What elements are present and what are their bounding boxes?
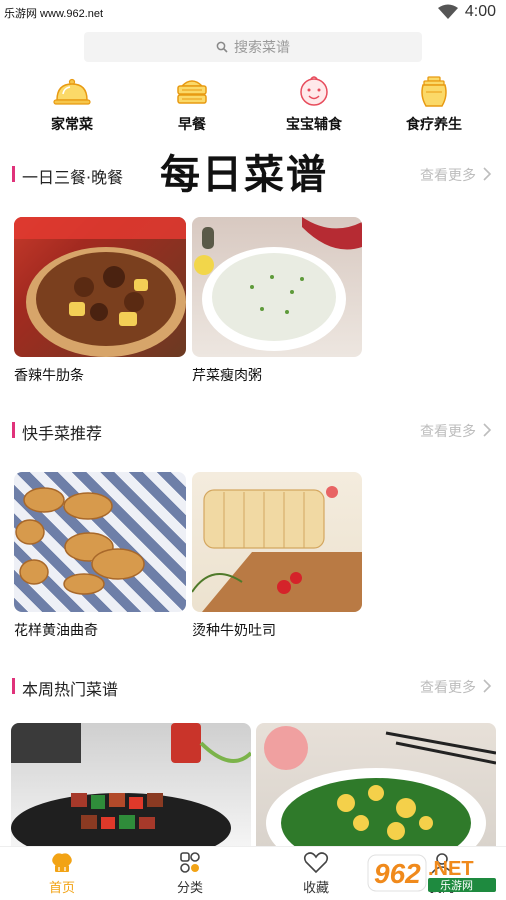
grid-icon [180,852,200,873]
recipe-image [256,723,496,847]
cookies-image [15,487,145,595]
recipe-card[interactable]: 花样黄油曲奇 [14,472,186,640]
svg-text:.NET: .NET [428,858,474,880]
svg-text:962: 962 [374,858,421,889]
chevron-right-icon[interactable] [482,423,492,437]
recipe-name: 香辣牛肋条 [14,368,84,384]
category-home-cooking[interactable]: 家常菜 [22,72,122,134]
category-row: 家常菜 早餐 宝宝辅食 食疗养生 [0,72,506,138]
chef-hat-icon [52,853,72,872]
recipe-name: 花样黄油曲奇 [14,623,98,639]
search-input[interactable]: 搜索菜谱 [84,32,422,62]
recipe-image [14,217,186,357]
heart-icon [303,852,329,874]
steamer-icon [177,80,207,104]
section-title: 一日三餐·晚餐 [22,168,124,187]
tab-home[interactable]: 首页 [22,851,102,896]
category-label: 食疗养生 [406,117,462,133]
porridge-image [194,217,362,351]
view-more-link[interactable]: 查看更多 [420,677,476,697]
skewers-image [11,723,251,847]
recipe-image [14,472,186,612]
toast-bread-image [192,486,362,612]
view-more-link[interactable]: 查看更多 [420,421,476,441]
status-bar: 乐游网 www.962.net 4:00 [0,0,506,24]
recipe-card[interactable]: 香辣牛肋条 [14,217,186,385]
category-diet-therapy[interactable]: 食疗养生 [384,72,484,134]
pot-icon [421,76,447,107]
tab-label: 收藏 [302,881,329,896]
watermark-logo: 962 .NET 乐游网 [367,854,496,892]
overlay-title: 每日菜谱 [160,152,328,198]
cloche-icon [53,78,91,105]
view-more-link[interactable]: 查看更多 [420,165,476,185]
category-breakfast[interactable]: 早餐 [142,72,242,134]
chevron-right-icon[interactable] [482,679,492,693]
recipe-card[interactable]: 烫种牛奶吐司 [192,472,362,640]
svg-text:乐游网: 乐游网 [440,879,473,892]
section-accent-bar [12,422,15,438]
tab-label: 首页 [48,881,75,896]
beef-dish-image [14,217,186,357]
category-label: 宝宝辅食 [286,117,342,133]
category-label: 早餐 [178,117,206,133]
category-baby-food[interactable]: 宝宝辅食 [264,72,364,134]
section-accent-bar [12,678,15,694]
baby-icon [300,76,328,106]
chevron-right-icon[interactable] [482,167,492,181]
search-icon [216,41,228,53]
recipe-card[interactable]: 芹菜瘦肉粥 [192,217,362,385]
recipe-name: 芹菜瘦肉粥 [192,368,262,384]
section-title: 快手菜推荐 [22,424,103,443]
recipe-name: 烫种牛奶吐司 [192,623,276,639]
tab-category[interactable]: 分类 [150,851,230,896]
section-header-quick: 快手菜推荐 查看更多 [0,418,506,443]
search-placeholder: 搜索菜谱 [234,40,290,56]
section-accent-bar [12,166,15,182]
recipe-image [192,472,362,612]
recipe-card[interactable] [256,723,496,847]
category-label: 家常菜 [51,117,93,133]
recipe-card[interactable] [11,723,251,847]
recipe-image [11,723,251,847]
wifi-icon [438,4,458,19]
tab-favorites[interactable]: 收藏 [276,851,356,896]
tab-label: 分类 [176,881,203,896]
chive-egg-image [264,726,496,847]
status-time: 4:00 [464,3,496,20]
recipe-image [192,217,362,357]
section-header-hot: 本周热门菜谱 查看更多 [0,674,506,699]
site-watermark-text: 乐游网 www.962.net [4,8,104,20]
section-title: 本周热门菜谱 [22,680,119,699]
